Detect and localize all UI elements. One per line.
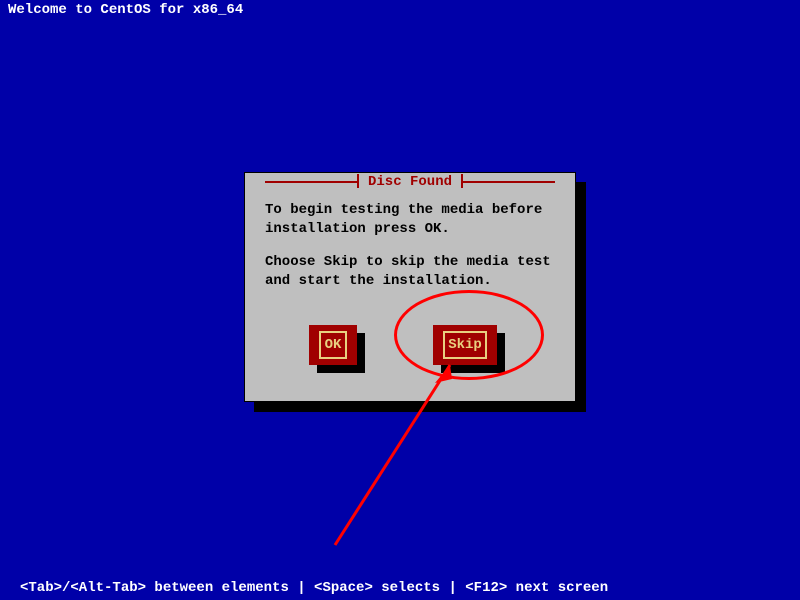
dialog-text-1: To begin testing the media before instal…	[265, 201, 555, 239]
disc-found-dialog: Disc Found To begin testing the media be…	[244, 172, 576, 402]
skip-button[interactable]: Skip	[433, 325, 497, 365]
footer-hints: <Tab>/<Alt-Tab> between elements | <Spac…	[12, 578, 616, 598]
dialog-body: To begin testing the media before instal…	[265, 201, 555, 305]
dialog-text-2: Choose Skip to skip the media test and s…	[265, 253, 555, 291]
ok-button[interactable]: OK	[309, 325, 357, 365]
dialog-title: Disc Found	[245, 174, 575, 190]
skip-button-label: Skip	[443, 331, 487, 359]
ok-button-label: OK	[319, 331, 347, 359]
header-title: Welcome to CentOS for x86_64	[0, 0, 251, 20]
